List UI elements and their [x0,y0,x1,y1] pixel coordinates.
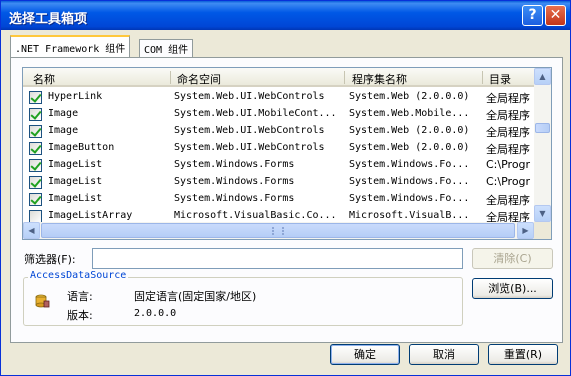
column-divider[interactable] [344,71,345,84]
item-checkbox[interactable] [29,108,42,121]
column-divider[interactable] [170,71,171,84]
horizontal-scroll-thumb[interactable] [41,223,515,238]
item-namespace: System.Windows.Forms [174,159,295,170]
choose-toolbox-items-dialog: 选择工具箱项 ? ✕ .NET Framework 组件 COM 组件 名称 命… [0,0,571,376]
scroll-up-button[interactable]: ▲ [534,68,551,85]
item-checkbox[interactable] [29,159,42,172]
help-icon: ? [528,7,537,23]
version-label: 版本: [67,309,93,322]
list-header: 名称 命名空间 程序集名称 目录 [23,68,534,87]
column-header-name[interactable]: 名称 [33,71,55,87]
item-checkbox[interactable] [29,193,42,206]
arrow-up-icon: ▲ [539,72,546,81]
list-item[interactable]: HyperLink System.Web.UI.WebControls System… [23,89,534,106]
filter-input[interactable] [92,248,463,269]
list-item[interactable]: ImageList System.Windows.Forms System.Wind… [23,191,534,208]
column-divider[interactable] [482,71,483,84]
version-value: 2.0.0.0 [134,308,177,319]
selected-component-name: AccessDataSource [28,270,129,281]
item-name: HyperLink [48,91,103,102]
vertical-scrollbar[interactable]: ▲ ▼ [534,68,551,222]
horizontal-scrollbar[interactable]: ◀ ▶ [23,222,534,239]
item-name: ImageButton [48,142,115,153]
filter-label: 筛选器(F): [24,253,76,266]
scroll-left-button[interactable]: ◀ [23,222,40,239]
column-header-assembly[interactable]: 程序集名称 [352,71,407,87]
vertical-scroll-thumb[interactable] [535,123,550,133]
item-assembly: Microsoft.VisualB... [349,210,470,221]
item-directory: 全局程序 [486,126,530,139]
item-checkbox[interactable] [29,142,42,155]
clear-button[interactable]: 清除(C) [472,248,553,269]
list-item[interactable]: ImageList System.Windows.Forms System.Wind… [23,174,534,191]
cancel-button[interactable]: 取消 [409,344,479,365]
item-name: ImageListArray [48,210,133,221]
browse-button[interactable]: 浏览(B)... [472,278,553,299]
language-label: 语言: [67,290,93,303]
item-name: Image [48,108,79,119]
scroll-down-button[interactable]: ▼ [534,205,551,222]
list-item[interactable]: Image System.Web.UI.MobileCont... System.W… [23,106,534,123]
close-button[interactable]: ✕ [545,5,566,26]
component-icon [35,294,50,308]
components-list[interactable]: 名称 命名空间 程序集名称 目录 HyperLink System.Web.UI.… [22,67,552,240]
item-assembly: System.Web.Mobile... [349,108,470,119]
item-assembly: System.Web (2.0.0.0) [349,142,470,153]
item-assembly: System.Windows.Fo... [349,176,470,187]
item-namespace: System.Windows.Forms [174,176,295,187]
item-directory: C:\Progr [486,158,531,171]
close-icon: ✕ [549,7,562,23]
grip-icon [272,227,284,235]
item-directory: 全局程序 [486,109,530,122]
column-header-namespace[interactable]: 命名空间 [177,71,221,87]
item-name: ImageList [48,193,103,204]
arrow-left-icon: ◀ [28,226,35,235]
item-checkbox[interactable] [29,125,42,138]
item-namespace: Microsoft.VisualBasic.Co... [174,210,337,221]
item-directory: C:\Progr [486,175,531,188]
item-name: Image [48,125,79,136]
item-assembly: System.Web (2.0.0.0) [349,91,470,102]
help-button[interactable]: ? [522,5,543,26]
item-checkbox[interactable] [29,176,42,189]
list-item[interactable]: ImageButton System.Web.UI.WebControls Syst… [23,140,534,157]
window-title: 选择工具箱项 [9,12,88,27]
language-value: 固定语言(固定国家/地区) [134,290,257,303]
item-assembly: System.Windows.Fo... [349,159,470,170]
scrollbar-corner [534,222,551,239]
ok-button[interactable]: 确定 [330,344,400,365]
column-header-directory[interactable]: 目录 [489,71,511,87]
item-namespace: System.Web.UI.WebControls [174,91,325,102]
title-bar[interactable]: 选择工具箱项 ? ✕ [1,1,570,30]
item-directory: 全局程序 [486,143,530,156]
arrow-down-icon: ▼ [539,209,546,218]
item-name: ImageList [48,176,103,187]
item-assembly: System.Web (2.0.0.0) [349,125,470,136]
arrow-right-icon: ▶ [522,226,529,235]
item-name: ImageList [48,159,103,170]
item-directory: 全局程序 [486,92,530,105]
item-directory: 全局程序 [486,194,530,207]
item-checkbox[interactable] [29,91,42,104]
item-namespace: System.Web.UI.MobileCont... [174,108,337,119]
item-assembly: System.Windows.Fo... [349,193,470,204]
tab-dotnet-components[interactable]: .NET Framework 组件 [10,35,131,57]
list-item[interactable]: Image System.Web.UI.WebControls System.Web… [23,123,534,140]
item-namespace: System.Windows.Forms [174,193,295,204]
list-item[interactable]: ImageList System.Windows.Forms System.Wind… [23,157,534,174]
item-namespace: System.Web.UI.WebControls [174,142,325,153]
reset-button[interactable]: 重置(R) [488,344,558,365]
tab-com-components[interactable]: COM 组件 [139,39,194,57]
item-namespace: System.Web.UI.WebControls [174,125,325,136]
scroll-right-button[interactable]: ▶ [517,222,534,239]
